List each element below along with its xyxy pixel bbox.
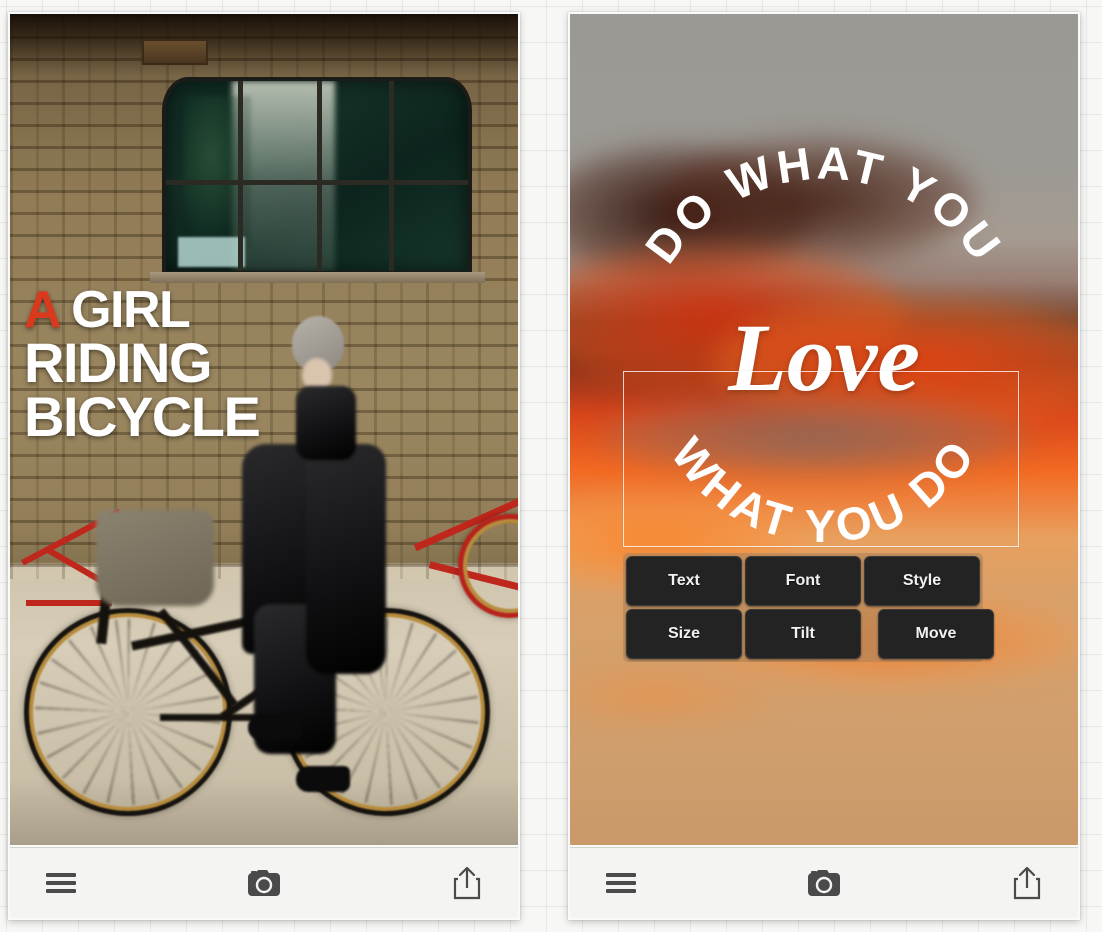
app-stage: A GIRL RIDING BICYCLE DO WHAT YOU WHAT Y… xyxy=(0,0,1102,932)
cloud-dark xyxy=(661,138,977,264)
rider-scarf xyxy=(296,386,356,460)
rider-shoe xyxy=(296,766,350,792)
bottom-toolbar xyxy=(10,847,518,918)
bicycle-basket xyxy=(96,510,214,606)
bicycle-rear-wheel xyxy=(24,608,232,816)
menu-button[interactable] xyxy=(600,867,642,899)
rider-torso xyxy=(306,444,386,674)
headline-line-3: BICYCLE xyxy=(24,384,261,448)
text-button[interactable]: Text xyxy=(626,556,742,606)
sunset-quote-card[interactable]: DO WHAT YOU WHAT YOU DO Love Text Font S… xyxy=(568,12,1080,920)
sunset-photo-canvas[interactable]: DO WHAT YOU WHAT YOU DO Love Text Font S… xyxy=(570,14,1078,845)
rider-shoe xyxy=(248,714,302,740)
share-icon xyxy=(453,866,481,900)
toolbar-right-slot xyxy=(339,860,518,906)
camera-icon xyxy=(807,869,840,896)
share-icon xyxy=(1013,866,1041,900)
tilt-button[interactable]: Tilt xyxy=(745,609,861,659)
bottom-toolbar xyxy=(570,847,1078,918)
hamburger-menu-icon xyxy=(46,873,76,893)
hamburger-menu-icon xyxy=(606,873,636,893)
red-bike-frame xyxy=(26,600,112,606)
headline-line-1: A GIRL xyxy=(24,284,259,336)
share-button[interactable] xyxy=(1006,860,1048,906)
red-bike-wheel xyxy=(458,514,518,618)
bicycle-photo-canvas[interactable]: A GIRL RIDING BICYCLE xyxy=(10,14,518,845)
camera-button[interactable] xyxy=(241,864,287,903)
text-editor-button-pad: Text Font Style Size Tilt Move xyxy=(623,553,994,662)
move-button[interactable]: Move xyxy=(878,609,994,659)
toolbar-left-slot xyxy=(10,867,189,899)
camera-icon xyxy=(247,869,280,896)
headline-line-2: RIDING xyxy=(24,330,213,394)
camera-button[interactable] xyxy=(801,864,847,903)
bicycle-poster-card[interactable]: A GIRL RIDING BICYCLE xyxy=(8,12,520,920)
toolbar-center-slot xyxy=(749,864,898,903)
text-selection-box[interactable] xyxy=(623,371,1019,547)
share-button[interactable] xyxy=(446,860,488,906)
toolbar-right-slot xyxy=(899,860,1078,906)
menu-button[interactable] xyxy=(40,867,82,899)
size-button[interactable]: Size xyxy=(626,609,742,659)
style-button[interactable]: Style xyxy=(864,556,980,606)
font-button[interactable]: Font xyxy=(745,556,861,606)
poster-headline: A GIRL RIDING BICYCLE xyxy=(24,284,261,448)
toolbar-center-slot xyxy=(189,864,338,903)
toolbar-left-slot xyxy=(570,867,749,899)
